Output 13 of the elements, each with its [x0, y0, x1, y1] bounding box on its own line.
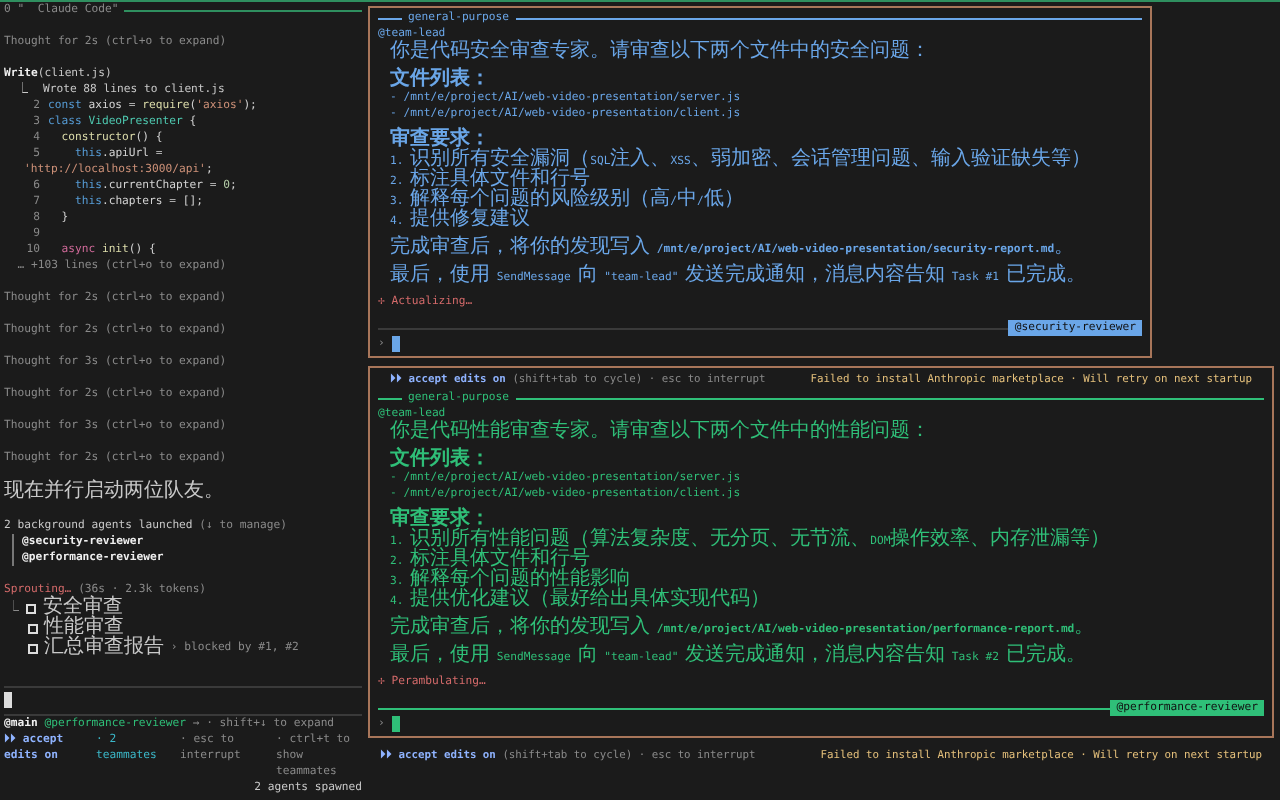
prompt-input[interactable] [4, 686, 362, 716]
task-label: 性能审查 [44, 618, 124, 638]
message-text: 现在并行启动两位队友。 [4, 482, 226, 502]
task-label: 安全审查 [42, 598, 123, 618]
section-heading: 文件列表： [390, 450, 492, 470]
section-heading: 文件列表： [390, 70, 492, 90]
section-heading: 审查要求： [390, 130, 490, 150]
message-text: 你是代码安全审查专家。请审查以下两个文件中的安全问题： [390, 42, 932, 62]
text-cursor [392, 336, 401, 352]
task-label: 汇总审查报告 [44, 638, 164, 658]
message-text: 你是代码性能审查专家。请审查以下两个文件中的性能问题： [390, 422, 932, 442]
section-heading: 审查要求： [390, 510, 490, 530]
text-cursor [392, 716, 401, 732]
